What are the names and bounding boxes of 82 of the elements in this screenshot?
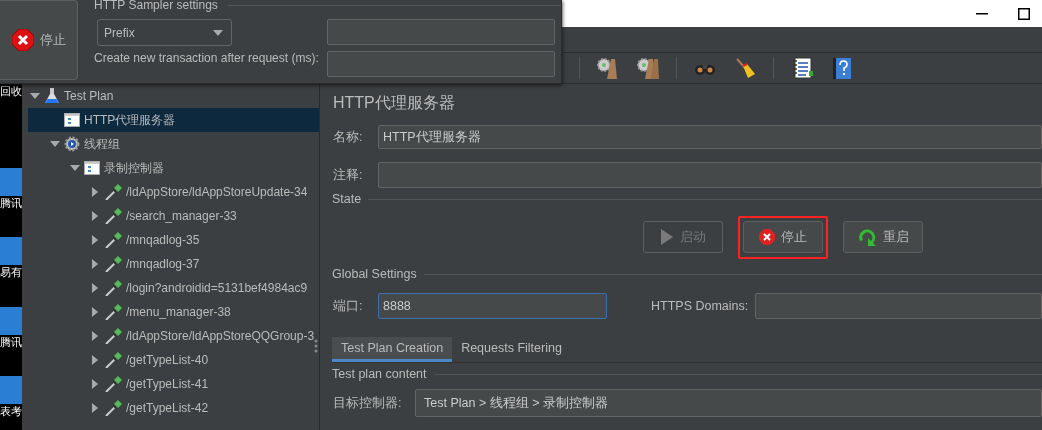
- collapse-arrow-icon[interactable]: [30, 93, 40, 99]
- expand-arrow-icon[interactable]: [92, 211, 98, 221]
- naming-dropdown[interactable]: Prefix: [97, 19, 232, 46]
- gear-broom-icon[interactable]: [637, 57, 659, 79]
- pipette-icon: [104, 208, 122, 224]
- expand-arrow-icon[interactable]: [92, 259, 98, 269]
- tree-item[interactable]: /menu_manager-38: [28, 300, 319, 324]
- expand-arrow-icon[interactable]: [92, 379, 98, 389]
- collapse-arrow-icon[interactable]: [70, 165, 80, 171]
- stop-icon: [759, 229, 775, 245]
- tab[interactable]: Requests Filtering: [452, 337, 571, 362]
- tree-item[interactable]: /getTypeList-41: [28, 372, 319, 396]
- field-label: 注释:: [333, 166, 364, 184]
- input-field[interactable]: [378, 162, 1042, 188]
- collapse-arrow-icon[interactable]: [50, 141, 60, 147]
- tree-item[interactable]: /search_manager-33: [28, 204, 319, 228]
- window-icon: [64, 112, 80, 128]
- stop-button[interactable]: 停止: [743, 221, 823, 253]
- field-label: Create new transaction after request (ms):: [94, 51, 319, 65]
- field-label: HTTPS Domains:: [651, 299, 750, 313]
- tree-item[interactable]: /ldAppStore/ldAppStoreUpdate-34: [28, 180, 319, 204]
- broom-icon[interactable]: [734, 57, 756, 79]
- input-field[interactable]: [327, 19, 555, 45]
- splitter-grip-icon[interactable]: [314, 339, 318, 353]
- pipette-icon: [104, 280, 122, 296]
- expand-arrow-icon[interactable]: [92, 403, 98, 413]
- desktop-icon-label: 回收: [0, 84, 22, 98]
- input-field[interactable]: 8888: [378, 293, 607, 319]
- group-title: HTTP Sampler settings: [94, 0, 218, 12]
- stop-button[interactable]: 停止: [0, 0, 78, 80]
- tree-item[interactable]: /getTypeList-40: [28, 348, 319, 372]
- tree-item[interactable]: /getTypeList-42: [28, 396, 319, 420]
- flask-icon: [44, 88, 60, 104]
- target-controller-dropdown[interactable]: Test Plan > 线程组 > 录制控制器: [415, 389, 1042, 417]
- desktop-icon-label: 腾讯: [0, 334, 22, 349]
- pipette-icon: [104, 352, 122, 368]
- expand-arrow-icon[interactable]: [92, 331, 98, 341]
- stop-icon: [11, 29, 34, 51]
- restart-button[interactable]: 重启: [843, 221, 923, 253]
- expand-arrow-icon[interactable]: [92, 355, 98, 365]
- field-label: 名称:: [333, 128, 364, 146]
- panel-title: HTTP代理服务器: [333, 93, 456, 113]
- tree-item[interactable]: 线程组: [28, 132, 319, 156]
- desktop-icon-label: 易有: [0, 265, 22, 280]
- pipette-icon: [104, 256, 122, 272]
- tree-item[interactable]: /ldAppStore/ldAppStoreQQGroup-3: [28, 324, 319, 348]
- section-title: Test plan content: [331, 367, 428, 381]
- caret-icon: [213, 29, 223, 36]
- play-icon: [660, 229, 674, 245]
- pipette-icon: [104, 184, 122, 200]
- tree-item[interactable]: HTTP代理服务器: [28, 108, 319, 132]
- gear-icon: [64, 136, 80, 152]
- tree-item[interactable]: /mnqadlog-35: [28, 228, 319, 252]
- pipette-icon: [104, 328, 122, 344]
- tree-item[interactable]: /mnqadlog-37: [28, 252, 319, 276]
- expand-arrow-icon[interactable]: [92, 235, 98, 245]
- gear-broom-icon[interactable]: [597, 57, 619, 79]
- circular-arrow-icon: [857, 227, 877, 247]
- desktop-icon-label: 表考: [0, 404, 22, 419]
- help-icon[interactable]: [831, 57, 853, 79]
- input-field[interactable]: [755, 293, 1042, 319]
- notebook-icon[interactable]: [791, 57, 813, 79]
- input-field[interactable]: [327, 51, 555, 77]
- tree-item[interactable]: Test Plan: [28, 84, 319, 108]
- section-title: Global Settings: [331, 267, 418, 281]
- expand-arrow-icon[interactable]: [92, 283, 98, 293]
- tree-item[interactable]: /login?androidid=5131bef4984ac9: [28, 276, 319, 300]
- pipette-icon: [104, 232, 122, 248]
- expand-arrow-icon[interactable]: [92, 307, 98, 317]
- field-label: 目标控制器:: [333, 394, 403, 412]
- tree-item[interactable]: 录制控制器: [28, 156, 319, 180]
- tab[interactable]: Test Plan Creation: [332, 337, 453, 362]
- pipette-icon: [104, 400, 122, 416]
- input-field[interactable]: HTTP代理服务器: [378, 125, 1042, 149]
- section-title: State: [331, 192, 363, 206]
- window-icon: [84, 160, 100, 176]
- field-label: 端口:: [333, 297, 364, 315]
- expand-arrow-icon[interactable]: [92, 187, 98, 197]
- maximize-icon[interactable]: [1018, 7, 1030, 20]
- pipette-icon: [104, 304, 122, 320]
- pipette-icon: [104, 376, 122, 392]
- desktop-icon-label: 腾讯: [0, 195, 22, 210]
